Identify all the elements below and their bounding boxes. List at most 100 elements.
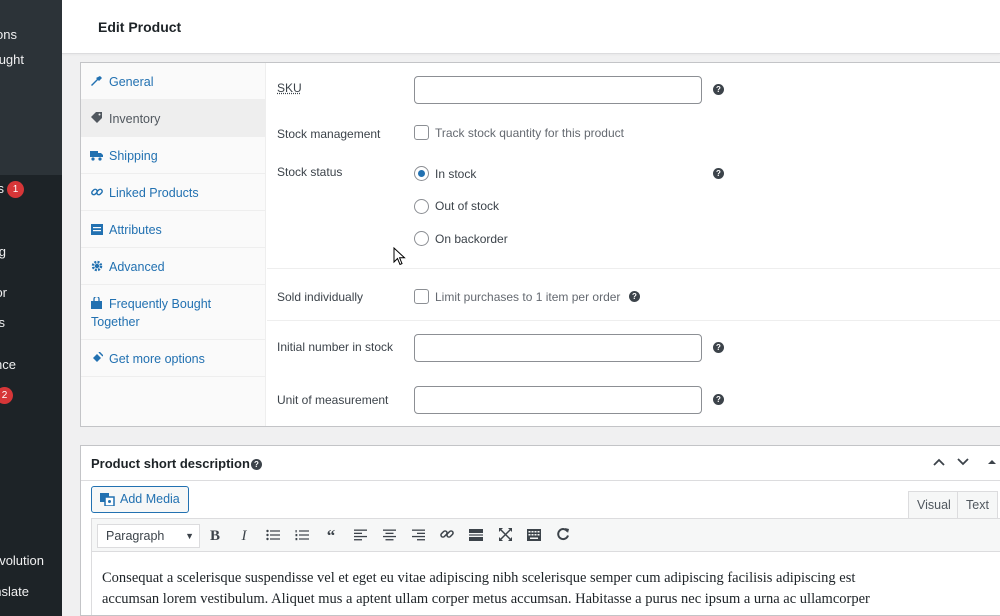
editor-tab-visual[interactable]: Visual [908, 491, 960, 518]
stock-management-row: Stock management Track stock quantity fo… [267, 115, 1000, 155]
tab-label: Linked Products [109, 186, 199, 200]
sold-individually-row: Sold individually Limit purchases to 1 i… [267, 268, 1000, 320]
admin-menu-item[interactable]: ons [0, 22, 62, 48]
unit-input[interactable] [414, 386, 702, 414]
sku-label: SKU [277, 81, 302, 95]
insert-link-icon[interactable] [437, 526, 457, 546]
admin-menu-item[interactable]: nce [0, 352, 62, 378]
radio-label-on-backorder[interactable]: On backorder [435, 232, 508, 246]
sold-individually-checkbox-label[interactable]: Limit purchases to 1 item per order [435, 290, 620, 304]
notification-badge: 1 [7, 181, 24, 198]
tab-frequently-bought-together[interactable]: Frequently Bought Together [81, 285, 265, 340]
tab-label: Get more options [109, 352, 205, 366]
align-right-icon[interactable] [408, 526, 428, 546]
tag-icon [90, 110, 103, 126]
notification-badge: 2 [0, 387, 13, 404]
help-icon[interactable]: ? [713, 394, 724, 405]
tab-get-more-options[interactable]: Get more options [81, 340, 265, 377]
format-select[interactable]: Paragraph ▼ [97, 524, 200, 548]
refresh-icon[interactable] [553, 526, 573, 546]
admin-menu-item-label: or [0, 285, 7, 300]
admin-menu-item[interactable]: ught [0, 47, 62, 73]
help-icon[interactable]: ? [713, 342, 724, 353]
admin-menu-item[interactable]: g [0, 239, 62, 265]
stock-status-row: Stock status In stock Out of stock On ba… [267, 155, 1000, 268]
format-select-value: Paragraph [106, 529, 165, 543]
radio-on-backorder[interactable] [414, 231, 429, 246]
tab-general[interactable]: General [81, 63, 265, 100]
tab-label: Attributes [109, 223, 162, 237]
admin-menu-item-label: ons [0, 27, 17, 42]
numbered-list-icon[interactable] [292, 526, 312, 546]
wrench-icon [90, 73, 103, 89]
truck-icon [90, 147, 103, 163]
tab-label: Advanced [109, 260, 165, 274]
mouse-cursor-icon [393, 247, 406, 266]
content-line: Consequat a scelerisque suspendisse vel … [102, 570, 856, 586]
admin-sidebar: ons ught s 1 g or s nce 2 volution nslat… [0, 0, 62, 616]
italic-icon[interactable]: I [234, 526, 254, 546]
editor-tab-text[interactable]: Text [957, 491, 998, 518]
short-description-title: Product short description [91, 456, 250, 471]
radio-label-out-of-stock[interactable]: Out of stock [435, 199, 499, 213]
radio-in-stock[interactable] [414, 166, 429, 181]
stock-status-label: Stock status [277, 165, 343, 179]
bag-icon [90, 295, 103, 311]
tab-inventory[interactable]: Inventory [81, 100, 265, 137]
help-icon[interactable]: ? [251, 459, 262, 470]
content-line: accumsan lorem vestibulum. Aliquet mus a… [102, 591, 870, 607]
help-icon[interactable]: ? [629, 291, 640, 302]
tab-shipping[interactable]: Shipping [81, 137, 265, 174]
stock-management-checkbox-label[interactable]: Track stock quantity for this product [435, 126, 624, 140]
link-icon [90, 184, 103, 200]
help-icon[interactable]: ? [713, 168, 724, 179]
short-description-box: Product short description ? Add Media Vi… [80, 445, 1000, 616]
align-left-icon[interactable] [350, 526, 370, 546]
align-center-icon[interactable] [379, 526, 399, 546]
page-title: Edit Product [98, 19, 182, 35]
toolbar-toggle-icon[interactable] [524, 526, 544, 546]
admin-menu-item[interactable]: s [0, 310, 62, 336]
initial-stock-label: Initial number in stock [277, 340, 394, 354]
add-media-label: Add Media [120, 492, 180, 506]
unit-row: Unit of measurement ? [267, 374, 1000, 428]
tab-advanced[interactable]: Advanced [81, 248, 265, 285]
add-media-button[interactable]: Add Media [91, 486, 189, 513]
bullet-list-icon[interactable] [263, 526, 283, 546]
editor-toolbar: Paragraph ▼ B I “ [91, 518, 1000, 552]
sold-individually-checkbox[interactable] [414, 289, 429, 304]
dropdown-arrow-icon: ▼ [185, 531, 194, 541]
gear-icon [90, 258, 103, 274]
move-down-icon[interactable] [957, 455, 969, 470]
admin-menu-item[interactable]: or [0, 280, 62, 306]
admin-menu-item-label: s [0, 181, 4, 196]
admin-menu-item[interactable]: volution [0, 548, 62, 574]
product-data-tabs: General Inventory Shipping Linked Produc… [81, 63, 266, 426]
help-icon[interactable]: ? [713, 84, 724, 95]
tab-label: General [109, 75, 154, 89]
bold-icon[interactable]: B [205, 526, 225, 546]
tab-attributes[interactable]: Attributes [81, 211, 265, 248]
admin-menu-item-label: s [0, 315, 5, 330]
stock-management-label: Stock management [277, 127, 381, 141]
tab-linked-products[interactable]: Linked Products [81, 174, 265, 211]
tab-label: Shipping [109, 149, 158, 163]
admin-menu-item[interactable]: nslate [0, 579, 62, 605]
initial-stock-input[interactable] [414, 334, 702, 362]
initial-stock-row: Initial number in stock ? [267, 320, 1000, 374]
radio-out-of-stock[interactable] [414, 199, 429, 214]
radio-label-in-stock[interactable]: In stock [435, 167, 476, 181]
read-more-icon[interactable] [466, 526, 486, 546]
blockquote-icon[interactable]: “ [321, 526, 341, 546]
plugin-icon [90, 350, 103, 366]
short-description-header: Product short description ? [81, 446, 1000, 481]
admin-menu-item-label: volution [0, 553, 44, 568]
fullscreen-icon[interactable] [495, 526, 515, 546]
short-description-content[interactable]: Consequat a scelerisque suspendisse vel … [91, 552, 1000, 615]
move-up-icon[interactable] [933, 455, 945, 470]
tab-label: Inventory [109, 112, 161, 126]
inventory-fields: SKU ? Stock management Track stock quant… [267, 63, 1000, 426]
collapse-toggle-icon[interactable] [987, 455, 997, 470]
stock-management-checkbox[interactable] [414, 125, 429, 140]
sku-input[interactable] [414, 76, 702, 104]
